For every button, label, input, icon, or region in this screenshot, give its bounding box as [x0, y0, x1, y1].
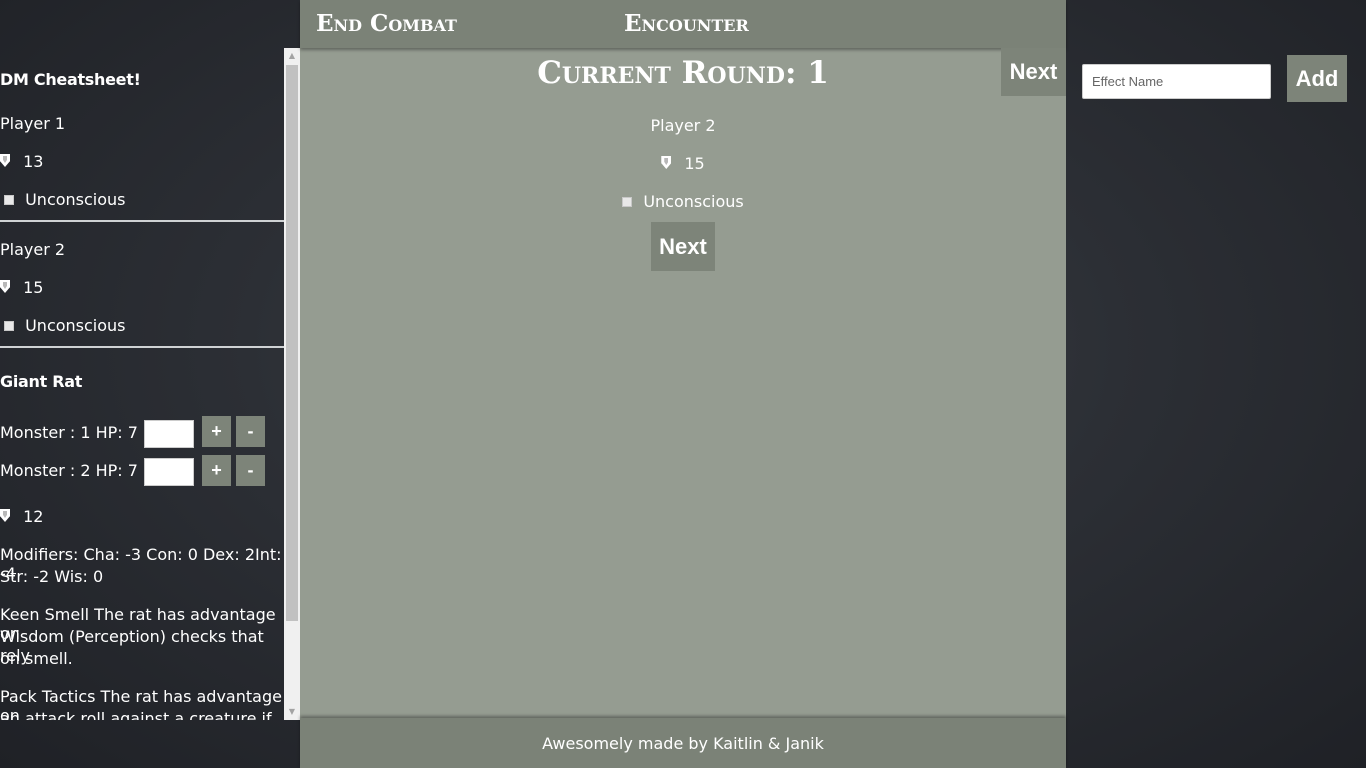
player-ac: 15 — [0, 278, 43, 297]
unconscious-toggle[interactable]: Unconscious — [300, 192, 1066, 211]
player-name: Player 1 — [0, 114, 66, 133]
hp-plus-button[interactable]: + — [202, 455, 231, 486]
top-bar: End Combat Encounter — [300, 0, 1066, 48]
end-combat-button[interactable]: End Combat — [316, 10, 457, 37]
unconscious-checkbox[interactable] — [622, 197, 633, 207]
encounter-panel: End Combat Encounter Next Current Round:… — [300, 0, 1066, 768]
unconscious-checkbox[interactable] — [4, 195, 14, 205]
shield-icon — [661, 156, 672, 169]
unconscious-label: Unconscious — [643, 192, 744, 211]
unconscious-toggle[interactable]: Unconscious — [0, 190, 126, 209]
footer: Awesomely made by Kaitlin & Janik — [300, 718, 1066, 768]
unconscious-toggle[interactable]: Unconscious — [0, 316, 126, 335]
sidebar-scrollbar[interactable]: ▲ ▼ — [284, 48, 300, 720]
scroll-down-icon[interactable]: ▼ — [284, 704, 300, 720]
hp-change-input[interactable] — [144, 420, 194, 448]
cheatsheet-title: DM Cheatsheet! — [0, 70, 141, 89]
ac-value: 15 — [23, 278, 44, 297]
cheatsheet-sidebar: DM Cheatsheet! Player 1 13 Unconscious P… — [0, 48, 300, 720]
hp-minus-button[interactable]: - — [236, 455, 265, 486]
monster-trait: on smell. — [0, 649, 73, 668]
monster-ac: 12 — [0, 507, 43, 526]
current-combatant-ac: 15 — [300, 154, 1066, 173]
ac-value: 13 — [23, 152, 44, 171]
shield-icon — [0, 154, 10, 167]
unconscious-checkbox[interactable] — [4, 321, 14, 331]
divider — [0, 346, 284, 348]
scrollbar-thumb[interactable] — [286, 65, 298, 621]
ac-value: 15 — [684, 154, 705, 173]
unconscious-label: Unconscious — [25, 316, 126, 335]
add-effect-button[interactable]: Add — [1287, 55, 1347, 102]
scroll-up-icon[interactable]: ▲ — [284, 48, 300, 64]
footer-credit: Awesomely made by Kaitlin & Janik — [542, 734, 824, 753]
monster-name: Giant Rat — [0, 372, 83, 391]
monster-modifiers: Str: -2 Wis: 0 — [0, 567, 104, 586]
player-ac: 13 — [0, 152, 43, 171]
monster-hp-label: Monster : 1 HP: 7 — [0, 423, 138, 442]
hp-minus-button[interactable]: - — [236, 416, 265, 447]
unconscious-label: Unconscious — [25, 190, 126, 209]
shield-icon — [0, 509, 10, 522]
monster-trait: an attack roll against a creature if at — [0, 709, 272, 720]
shield-icon — [0, 280, 10, 293]
effect-name-input[interactable]: Effect Name — [1082, 64, 1271, 99]
hp-plus-button[interactable]: + — [202, 416, 231, 447]
current-combatant-name: Player 2 — [650, 116, 716, 135]
hp-change-input[interactable] — [144, 458, 194, 486]
next-button[interactable]: Next — [651, 222, 715, 271]
ac-value: 12 — [23, 507, 44, 526]
cheatsheet-scroll-area: DM Cheatsheet! Player 1 13 Unconscious P… — [0, 48, 284, 720]
current-round: Current Round: 1 — [537, 55, 829, 91]
page-title: Encounter — [624, 10, 749, 37]
divider — [0, 220, 284, 222]
player-name: Player 2 — [0, 240, 66, 259]
monster-hp-label: Monster : 2 HP: 7 — [0, 461, 138, 480]
